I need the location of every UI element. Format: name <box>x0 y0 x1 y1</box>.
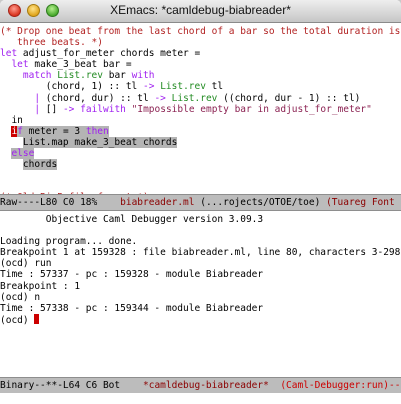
code-token: bar = <box>97 59 132 71</box>
code-line: (chord, 1) :: tl -> List.rev tl <box>0 81 401 92</box>
code-token: failwith <box>80 103 126 115</box>
code-token: let <box>11 59 29 71</box>
debugger-line: (ocd) run <box>0 258 401 269</box>
code-token: let <box>0 48 18 60</box>
source-code[interactable]: (* Drop one beat from the last chord of … <box>0 23 401 194</box>
code-token: (chord, 1) :: tl <box>0 81 143 93</box>
code-token: else <box>11 148 35 160</box>
code-token: List.rev <box>57 70 103 82</box>
code-token: (* Drop one beat from the last chord of … <box>0 26 401 37</box>
modeline-path: (...rojects/OTOE/toe) <box>200 197 321 208</box>
debugger-cursor[interactable] <box>34 313 40 324</box>
code-token: tl <box>205 81 224 93</box>
code-token: match <box>22 70 52 82</box>
source-editor-pane[interactable]: (* Drop one beat from the last chord of … <box>0 23 401 194</box>
code-token: -> <box>143 81 155 93</box>
code-token: with <box>131 70 155 82</box>
code-token: three beats. *) <box>0 37 103 49</box>
code-token: make_3_beat <box>34 59 98 71</box>
title-bar[interactable]: XEmacs: *camldebug-biabreader* <box>0 0 401 23</box>
code-token: in <box>0 114 23 126</box>
code-token: List.rev <box>160 81 206 93</box>
modeline-buffer-name[interactable]: biabreader.ml <box>120 197 194 208</box>
debugger-line: Breakpoint 1 at 159328 : file biabreader… <box>0 247 401 258</box>
modeline-buffer-name[interactable]: *camldebug-biabreader* <box>143 380 269 391</box>
code-token: -> <box>154 92 166 104</box>
code-line: if meter = 3 then <box>0 125 401 137</box>
code-token: [] <box>40 103 63 115</box>
debugger-text: Loading program... done. <box>0 236 138 248</box>
code-token: adjust_for_meter <box>22 48 115 60</box>
debugger-line: Loading program... done. <box>0 236 401 247</box>
debugger-pane[interactable]: Objective Caml Debugger version 3.09.3 Lo… <box>0 211 401 376</box>
debugger-text: Time : 57338 - pc : 159344 - module Biab… <box>0 302 264 314</box>
debugger-line: Time : 57338 - pc : 159344 - module Biab… <box>0 303 401 314</box>
code-line: match List.rev bar with <box>0 70 401 81</box>
modeline-mode[interactable]: (Tuareg Font <box>326 197 395 208</box>
modeline-mode[interactable]: (Caml-Debugger:run)--- <box>280 380 401 391</box>
code-token: chords meter = <box>114 48 201 60</box>
debugger-text: Objective Caml Debugger version 3.09.3 <box>0 214 264 225</box>
modeline-flags: Binary--**- <box>0 380 63 391</box>
xemacs-window: XEmacs: *camldebug-biabreader* (* Drop o… <box>0 0 401 404</box>
modeline-position: L80 C0 18% <box>40 197 98 208</box>
debugger-line: Time : 57337 - pc : 159328 - module Biab… <box>0 269 401 280</box>
debugger-text: Breakpoint 1 at 159328 : file biabreader… <box>0 247 401 259</box>
modeline-flags: Raw---- <box>0 197 41 208</box>
debugger-text: Time : 57337 - pc : 159328 - module Biab… <box>0 269 264 281</box>
code-line: | [] -> failwith "Impossible empty bar i… <box>0 104 401 115</box>
echo-area[interactable] <box>0 393 401 404</box>
debugger-line: Breakpoint : 1 <box>0 281 401 292</box>
debugger-text: Breakpoint : 1 <box>0 280 81 292</box>
debugger-text: (ocd) run <box>0 258 52 270</box>
debugger-line <box>0 225 401 236</box>
modeline-debugger[interactable]: Binary--**-L64 C6 Bot *camldebug-biabrea… <box>0 377 401 394</box>
debugger-text: (ocd) <box>0 314 35 326</box>
code-token: List.rev <box>171 92 218 104</box>
code-token: "Impossible empty bar in adjust_for_mete… <box>131 103 372 115</box>
code-line: (* Drop one beat from the last chord of … <box>0 26 401 37</box>
code-line: three beats. *) <box>0 37 401 48</box>
code-line: chords <box>0 159 401 171</box>
code-token: chords <box>22 159 58 171</box>
window-title: XEmacs: *camldebug-biabreader* <box>110 3 291 17</box>
code-line: else <box>0 148 401 160</box>
code-token: (chord, dur) :: tl <box>40 92 155 104</box>
code-line: in <box>0 115 401 126</box>
debugger-output[interactable]: Objective Caml Debugger version 3.09.3 Lo… <box>0 211 401 326</box>
debugger-line: (ocd) n <box>0 292 401 303</box>
debugger-line: Objective Caml Debugger version 3.09.3 <box>0 214 401 225</box>
debugger-text: (ocd) n <box>0 291 41 303</box>
code-line: List.map make_3_beat chords <box>0 136 401 148</box>
code-line: let make_3_beat bar = <box>0 59 401 70</box>
code-line: let adjust_for_meter chords meter = <box>0 48 401 59</box>
modeline-position: L64 C6 Bot <box>62 380 121 391</box>
code-line: | (chord, dur) :: tl -> List.rev ((chord… <box>0 93 401 104</box>
code-token: meter = 3 <box>22 125 86 137</box>
debugger-line: (ocd) <box>0 313 401 326</box>
modeline-source[interactable]: Raw----L80 C0 18% biabreader.ml (...roje… <box>0 194 401 211</box>
code-token: ((chord, dur - 1) :: tl) <box>217 92 361 104</box>
code-token: List.map make_3_beat chords <box>22 136 178 148</box>
code-token: then <box>85 125 109 137</box>
code-token: bar <box>103 70 132 82</box>
code-token: -> <box>62 103 75 115</box>
